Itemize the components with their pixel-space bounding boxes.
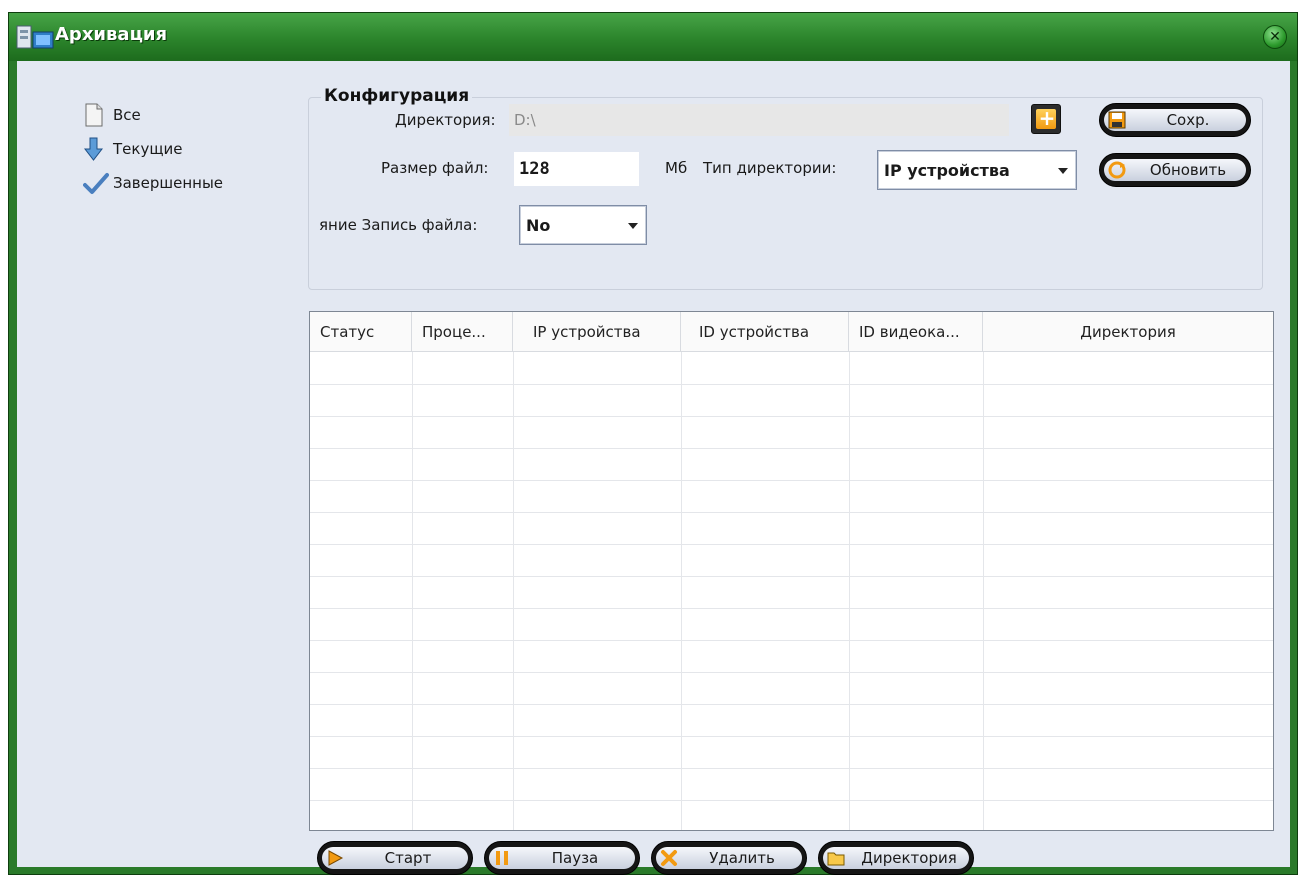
play-icon bbox=[328, 850, 344, 866]
delete-button[interactable]: Удалить bbox=[651, 841, 807, 875]
archive-table[interactable]: Статус Проце... IP устройства ID устройс… bbox=[309, 311, 1274, 831]
column-header-progress[interactable]: Проце... bbox=[412, 312, 513, 352]
add-directory-button[interactable]: + bbox=[1031, 104, 1061, 134]
sidebar-item-current[interactable]: Текущие bbox=[83, 135, 283, 163]
table-row bbox=[310, 480, 1273, 481]
table-row bbox=[310, 448, 1273, 449]
table-row bbox=[310, 384, 1273, 385]
table-row bbox=[310, 416, 1273, 417]
sidebar-item-label: Текущие bbox=[113, 140, 183, 158]
refresh-button[interactable]: Обновить bbox=[1099, 153, 1251, 187]
table-row bbox=[310, 672, 1273, 673]
column-header-camera-id[interactable]: ID видеока... bbox=[849, 312, 983, 352]
column-header-device-id[interactable]: ID устройства bbox=[681, 312, 849, 352]
table-row bbox=[310, 576, 1273, 577]
table-row bbox=[310, 768, 1273, 769]
table-header: Статус Проце... IP устройства ID устройс… bbox=[310, 312, 1273, 352]
refresh-label: Обновить bbox=[1149, 161, 1227, 179]
delete-label: Удалить bbox=[709, 849, 775, 867]
grid-line bbox=[412, 352, 413, 830]
directory-button[interactable]: Директория bbox=[818, 841, 974, 875]
pause-button[interactable]: Пауза bbox=[484, 841, 640, 875]
save-icon bbox=[1108, 111, 1126, 129]
save-button[interactable]: Сохр. bbox=[1099, 103, 1251, 137]
column-header-ip[interactable]: IP устройства bbox=[513, 312, 681, 352]
document-icon bbox=[83, 101, 113, 129]
table-row bbox=[310, 704, 1273, 705]
dir-type-select[interactable]: IP устройства bbox=[877, 150, 1077, 190]
directory-label: Директория: bbox=[395, 111, 496, 129]
start-button[interactable]: Старт bbox=[317, 841, 473, 875]
dir-type-value: IP устройства bbox=[884, 161, 1010, 180]
record-file-label: яние Запись файла: bbox=[319, 216, 478, 234]
delete-icon bbox=[661, 850, 677, 866]
start-label: Старт bbox=[384, 849, 432, 867]
pause-icon bbox=[496, 851, 508, 865]
directory-button-label: Директория bbox=[861, 849, 957, 867]
directory-field[interactable]: D:\ bbox=[509, 104, 1009, 136]
sidebar-item-label: Все bbox=[113, 106, 141, 124]
save-label: Сохр. bbox=[1166, 111, 1210, 129]
table-row bbox=[310, 736, 1273, 737]
sidebar-item-label: Завершенные bbox=[113, 174, 224, 192]
archive-window: Архивация ✕ Все Текущие Завершенные Конф… bbox=[8, 12, 1298, 875]
column-header-status[interactable]: Статус bbox=[310, 312, 412, 352]
table-row bbox=[310, 608, 1273, 609]
table-row bbox=[310, 800, 1273, 801]
plus-icon: + bbox=[1038, 106, 1056, 130]
window-title: Архивация bbox=[55, 24, 168, 45]
refresh-icon bbox=[1108, 161, 1126, 179]
sidebar-item-all[interactable]: Все bbox=[83, 101, 283, 129]
grid-line bbox=[849, 352, 850, 830]
grid-line bbox=[983, 352, 984, 830]
sidebar-item-completed[interactable]: Завершенные bbox=[83, 169, 283, 197]
file-size-label: Размер файл: bbox=[381, 159, 489, 177]
close-icon[interactable]: ✕ bbox=[1263, 25, 1287, 49]
titlebar[interactable]: Архивация ✕ bbox=[9, 13, 1297, 61]
chevron-down-icon bbox=[1058, 168, 1068, 174]
checkmark-icon bbox=[83, 169, 113, 197]
config-title: Конфигурация bbox=[321, 86, 473, 106]
record-file-value: No bbox=[526, 216, 551, 235]
archive-app-icon bbox=[16, 25, 54, 49]
record-file-select[interactable]: No bbox=[519, 205, 647, 245]
file-size-input[interactable]: 128 bbox=[514, 152, 639, 186]
down-arrow-icon bbox=[83, 135, 113, 163]
table-row bbox=[310, 512, 1273, 513]
size-unit-label: Мб bbox=[665, 159, 688, 177]
pause-label: Пауза bbox=[551, 849, 599, 867]
config-group: Конфигурация Директория: D:\ + Размер фа… bbox=[308, 86, 1263, 290]
dir-type-label: Тип директории: bbox=[703, 159, 837, 177]
column-header-directory[interactable]: Директория bbox=[983, 312, 1273, 352]
table-row bbox=[310, 544, 1273, 545]
grid-line bbox=[513, 352, 514, 830]
client-area: Все Текущие Завершенные Конфигурация Дир… bbox=[17, 61, 1290, 875]
folder-icon bbox=[827, 852, 845, 866]
table-row bbox=[310, 640, 1273, 641]
chevron-down-icon bbox=[628, 223, 638, 229]
grid-line bbox=[681, 352, 682, 830]
